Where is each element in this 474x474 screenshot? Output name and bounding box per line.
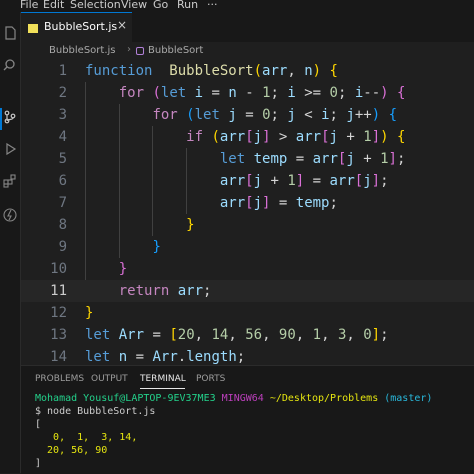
menu-go[interactable]: Go [153, 0, 168, 11]
terminal-output-open: [ [35, 419, 42, 430]
code-text: } [85, 305, 94, 321]
code-text: let temp = arr[j + 1]; [219, 151, 406, 167]
code-text: function BubbleSort(arr, n) { [85, 63, 338, 79]
code-text: arr[j] = temp; [219, 195, 338, 211]
code-line[interactable]: 1 function BubbleSort(arr, n) { [21, 60, 474, 82]
line-number: 13 [50, 327, 67, 343]
code-text: let n = Arr.length; [85, 349, 246, 365]
menu-run[interactable]: Run [177, 0, 198, 11]
code-line[interactable]: 13 let Arr = [20, 14, 56, 90, 1, 3, 0]; [21, 324, 474, 346]
tab-label: BubbleSort.js [44, 20, 118, 33]
code-line[interactable]: 2 for (let i = n - 1; i >= 0; i--) { [21, 82, 474, 104]
code-line[interactable]: 7 arr[j] = temp; [21, 192, 474, 214]
line-number: 6 [58, 173, 67, 189]
lightning-icon[interactable] [1, 208, 19, 226]
line-number: 11 [50, 283, 67, 299]
terminal-branch: (master) [384, 393, 433, 404]
line-number: 14 [50, 349, 67, 365]
code-line[interactable]: 14 let n = Arr.length; [21, 346, 474, 365]
code-text: return arr; [118, 283, 212, 299]
terminal-system: MINGW64 [221, 393, 264, 404]
code-line[interactable]: 11 return arr; [21, 280, 474, 302]
editor-tab-bar: BubbleSort.js × [21, 12, 474, 43]
terminal-output-row: 0, 1, 3, 14, [35, 432, 138, 443]
line-number: 12 [50, 305, 67, 321]
explorer-icon[interactable] [1, 26, 19, 44]
code-text: let Arr = [20, 14, 56, 90, 1, 3, 0]; [85, 327, 389, 343]
menu-selection[interactable]: Selection [70, 0, 121, 11]
menu-view[interactable]: View [121, 0, 147, 11]
breadcrumb: BubbleSort.js › BubbleSort [21, 42, 474, 60]
symbol-function-icon [136, 47, 144, 55]
line-number: 9 [58, 239, 67, 255]
close-icon[interactable]: × [117, 18, 127, 32]
code-text: } [152, 239, 161, 255]
code-line[interactable]: 9 } [21, 236, 474, 258]
extensions-icon[interactable] [1, 174, 19, 192]
terminal-user: Mohamad Yousuf@LAPTOP-9EV37ME3 [35, 393, 216, 404]
bottom-panel: PROBLEMS OUTPUT TERMINAL PORTS Mohamad Y… [21, 365, 474, 474]
javascript-file-icon [28, 24, 38, 33]
line-number: 1 [58, 63, 67, 79]
panel-tab-output[interactable]: OUTPUT [91, 374, 128, 384]
code-text: arr[j + 1] = arr[j]; [219, 173, 389, 189]
line-number: 4 [58, 129, 67, 145]
line-number: 10 [50, 261, 67, 277]
line-number: 8 [58, 217, 67, 233]
code-line[interactable]: 10 } [21, 258, 474, 280]
breadcrumb-separator: › [127, 44, 131, 55]
line-number: 5 [58, 151, 67, 167]
code-line[interactable]: 4 if (arr[j] > arr[j + 1]) { [21, 126, 474, 148]
active-tab-indicator [140, 388, 185, 389]
code-editor[interactable]: 1 function BubbleSort(arr, n) { 2 for (let… [21, 60, 474, 365]
panel-tab-ports[interactable]: PORTS [196, 374, 225, 384]
code-text: for (let i = n - 1; i >= 0; i--) { [118, 85, 406, 101]
code-text: } [186, 217, 195, 233]
menu-file[interactable]: File [20, 0, 38, 11]
activity-bar [0, 12, 21, 473]
panel-tab-terminal[interactable]: TERMINAL [140, 374, 186, 384]
code-line[interactable]: 8 } [21, 214, 474, 236]
code-line[interactable]: 6 arr[j + 1] = arr[j]; [21, 170, 474, 192]
search-icon[interactable] [1, 58, 19, 76]
breadcrumb-file[interactable]: BubbleSort.js [49, 45, 116, 56]
code-text: for (let j = 0; j < i; j++) { [152, 107, 398, 123]
code-line[interactable]: 12} [21, 302, 474, 324]
line-number: 7 [58, 195, 67, 211]
terminal-output-close: ] [35, 458, 42, 469]
menu-edit[interactable]: Edit [43, 0, 64, 11]
terminal-directory: ~/Desktop/Problems [269, 393, 379, 404]
source-control-icon[interactable] [1, 110, 19, 128]
tab-bubblesort-js[interactable]: BubbleSort.js × [21, 12, 132, 43]
panel-tab-problems[interactable]: PROBLEMS [35, 374, 84, 384]
code-text: if (arr[j] > arr[j + 1]) { [186, 129, 406, 145]
code-text: } [118, 261, 128, 277]
menu-bar: File Edit Selection View Go Run ··· [0, 0, 474, 12]
terminal-prompt-line: Mohamad Yousuf@LAPTOP-9EV37ME3 MINGW64 ~… [35, 392, 432, 405]
line-number: 2 [58, 85, 67, 101]
menu-more[interactable]: ··· [207, 0, 218, 11]
code-line[interactable]: 3 for (let j = 0; j < i; j++) { [21, 104, 474, 126]
breadcrumb-symbol[interactable]: BubbleSort [148, 45, 203, 56]
terminal-command: $ node BubbleSort.js [35, 406, 156, 417]
run-debug-icon[interactable] [1, 142, 19, 160]
terminal-output-row: 20, 56, 90 [35, 445, 108, 456]
line-number: 3 [58, 107, 67, 123]
code-line[interactable]: 5 let temp = arr[j + 1]; [21, 148, 474, 170]
